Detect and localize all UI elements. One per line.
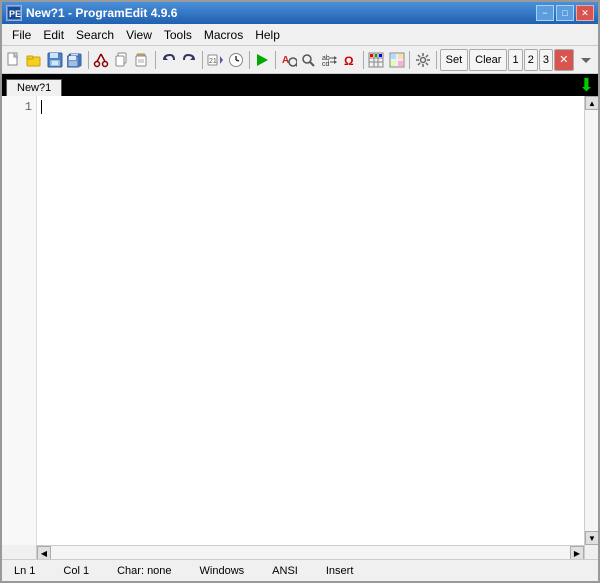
svg-text:PE: PE	[9, 9, 21, 19]
separator-7	[409, 51, 410, 69]
close-button[interactable]: ✕	[576, 5, 594, 21]
status-mode: Insert	[322, 565, 358, 577]
num1-button[interactable]: 1	[508, 49, 522, 71]
scroll-left-button[interactable]: ◀	[37, 546, 51, 560]
editor-content[interactable]	[37, 96, 584, 545]
scroll-right-button[interactable]: ▶	[570, 546, 584, 560]
separator-6	[363, 51, 364, 69]
separator-2	[155, 51, 156, 69]
replace-button[interactable]: ab cd	[320, 49, 339, 71]
app-icon: PE	[6, 5, 22, 21]
clear-button[interactable]: Clear	[469, 49, 507, 71]
menu-tools[interactable]: Tools	[158, 26, 198, 44]
status-bar: Ln 1 Col 1 Char: none Windows ANSI Inser…	[2, 559, 598, 581]
toolbar: 21 A	[2, 46, 598, 74]
tab-bar: New?1 ⬇	[2, 74, 598, 96]
separator-8	[436, 51, 437, 69]
scrollbar-row: ◀ ▶	[2, 545, 598, 559]
line-number-1: 1	[6, 100, 32, 114]
menu-macros[interactable]: Macros	[198, 26, 249, 44]
title-bar-left: PE New?1 - ProgramEdit 4.9.6	[6, 5, 177, 21]
settings-button[interactable]	[413, 49, 432, 71]
clock-button[interactable]	[226, 49, 245, 71]
find-button[interactable]	[299, 49, 318, 71]
tab-new1[interactable]: New?1	[6, 79, 62, 96]
title-controls: − □ ✕	[536, 5, 594, 21]
svg-text:cd: cd	[322, 61, 330, 68]
status-os: Windows	[196, 565, 249, 577]
goto-line-button[interactable]: 21	[206, 49, 225, 71]
separator-4	[249, 51, 250, 69]
corner-spacer	[2, 545, 37, 559]
status-char: Char: none	[113, 565, 175, 577]
svg-text:Ω: Ω	[344, 54, 354, 68]
paste-button[interactable]	[133, 49, 152, 71]
num3-button[interactable]: 3	[539, 49, 553, 71]
scroll-track-h[interactable]	[51, 546, 570, 559]
num2-button[interactable]: 2	[524, 49, 538, 71]
expand-toolbar-button[interactable]	[577, 49, 596, 71]
menu-search[interactable]: Search	[70, 26, 120, 44]
status-line: Ln 1	[10, 565, 39, 577]
redo-button[interactable]	[179, 49, 198, 71]
menu-help[interactable]: Help	[249, 26, 286, 44]
tab-bar-right: ⬇	[579, 75, 598, 96]
horizontal-scrollbar[interactable]: ◀ ▶	[37, 545, 584, 559]
scroll-track-v[interactable]	[585, 110, 598, 531]
separator-5	[275, 51, 276, 69]
open-button[interactable]	[24, 49, 43, 71]
grid2-button[interactable]	[387, 49, 406, 71]
separator-1	[88, 51, 89, 69]
title-bar: PE New?1 - ProgramEdit 4.9.6 − □ ✕	[2, 2, 598, 24]
line-numbers-panel: 1	[2, 96, 37, 545]
separator-3	[202, 51, 203, 69]
reg-tool-button[interactable]: Ω	[340, 49, 359, 71]
cursor	[41, 100, 42, 114]
scroll-down-button[interactable]: ▼	[585, 531, 598, 545]
status-col: Col 1	[59, 565, 93, 577]
main-editor-area: 1 ▲ ▼	[2, 96, 598, 545]
menu-view[interactable]: View	[120, 26, 158, 44]
download-arrow-icon[interactable]: ⬇	[579, 75, 594, 96]
search-a-button[interactable]: A	[279, 49, 298, 71]
maximize-button[interactable]: □	[556, 5, 574, 21]
vertical-scrollbar[interactable]: ▲ ▼	[584, 96, 598, 545]
main-window: PE New?1 - ProgramEdit 4.9.6 − □ ✕ File …	[0, 0, 600, 583]
save-all-button[interactable]	[65, 49, 84, 71]
svg-text:A: A	[282, 55, 289, 66]
menu-bar: File Edit Search View Tools Macros Help	[2, 24, 598, 46]
svg-text:21: 21	[209, 58, 217, 65]
set-button[interactable]: Set	[440, 49, 469, 71]
grid1-button[interactable]	[367, 49, 386, 71]
minimize-button[interactable]: −	[536, 5, 554, 21]
status-encoding: ANSI	[268, 565, 302, 577]
new-button[interactable]	[4, 49, 23, 71]
menu-file[interactable]: File	[6, 26, 37, 44]
copy-button[interactable]	[112, 49, 131, 71]
undo-button[interactable]	[159, 49, 178, 71]
cut-button[interactable]	[92, 49, 111, 71]
window-title: New?1 - ProgramEdit 4.9.6	[26, 6, 177, 20]
scroll-up-button[interactable]: ▲	[585, 96, 598, 110]
menu-edit[interactable]: Edit	[37, 26, 70, 44]
corner-bottom-right	[584, 545, 598, 559]
save-button[interactable]	[45, 49, 64, 71]
toolbar-close-button[interactable]: ✕	[554, 49, 573, 71]
run-button[interactable]	[252, 49, 271, 71]
